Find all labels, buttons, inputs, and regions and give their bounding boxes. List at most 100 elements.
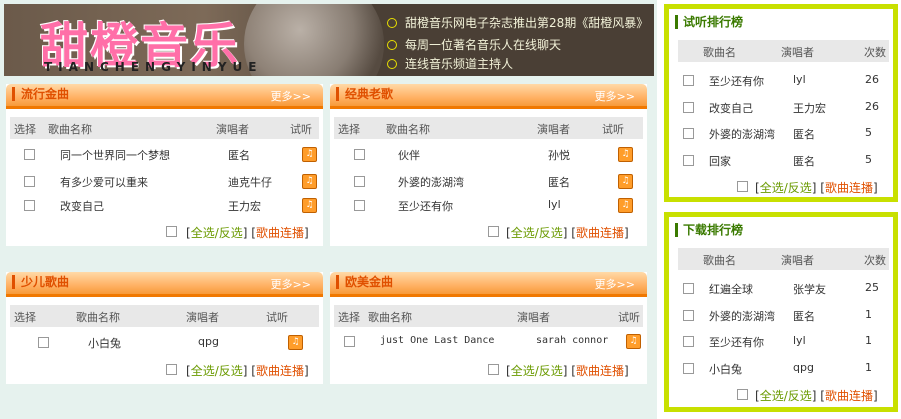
panel-title: 试听排行榜 [675, 15, 743, 29]
headphone-icon[interactable]: ♫ [618, 198, 633, 213]
song-name[interactable]: 外婆的澎湖湾 [398, 174, 464, 190]
col-select-header: 选择 [14, 311, 36, 324]
table-header: 选择 歌曲名称 演唱者 试听 [10, 305, 319, 327]
singer-name: 王力宏 [228, 200, 261, 213]
row-checkbox[interactable] [683, 75, 694, 86]
headphone-icon[interactable]: ♫ [302, 147, 317, 162]
news-text[interactable]: 每周一位著名音乐人在线聊天 [405, 36, 561, 53]
song-name[interactable]: 小白兔 [88, 335, 121, 351]
circle-bullet-icon [387, 39, 397, 50]
more-link[interactable]: 更多>> [595, 88, 635, 104]
select-all-checkbox[interactable] [737, 181, 748, 192]
play-all-link[interactable]: 歌曲连播 [576, 226, 624, 240]
table-actions: [全选/反选] [歌曲连播] [506, 364, 629, 378]
news-item[interactable]: 每周一位著名音乐人在线聊天 [387, 36, 561, 53]
section-header: 欧美金曲 更多>> [330, 272, 647, 294]
row-checkbox[interactable] [344, 336, 355, 347]
song-name[interactable]: 至少还有你 [398, 198, 453, 214]
more-link[interactable]: 更多>> [271, 276, 311, 292]
select-all-link[interactable]: 全选/反选 [191, 226, 243, 240]
song-name[interactable]: 同一个世界同一个梦想 [60, 147, 170, 163]
row-checkbox[interactable] [354, 176, 365, 187]
header-underline [330, 106, 647, 109]
song-name[interactable]: just One Last Dance [380, 335, 494, 346]
col-singer-header: 演唱者 [517, 311, 550, 324]
table-header: 歌曲名 演唱者 次数 [678, 248, 889, 270]
song-name[interactable]: 至少还有你 [709, 73, 764, 89]
header-underline [330, 294, 647, 297]
download-count: 25 [865, 281, 879, 294]
song-name[interactable]: 外婆的澎湖湾 [709, 308, 775, 324]
song-name[interactable]: 改变自己 [60, 198, 104, 214]
play-all-link[interactable]: 歌曲连播 [256, 364, 304, 378]
select-all-checkbox[interactable] [166, 364, 177, 375]
col-singer-header: 演唱者 [781, 46, 814, 59]
section-header: 经典老歌 更多>> [330, 84, 647, 106]
row-checkbox[interactable] [683, 155, 694, 166]
row-checkbox[interactable] [683, 102, 694, 113]
play-all-link[interactable]: 歌曲连播 [825, 389, 873, 403]
play-all-link[interactable]: 歌曲连播 [256, 226, 304, 240]
news-item[interactable]: 连线音乐频道主持人 [387, 55, 513, 72]
row-checkbox[interactable] [38, 337, 49, 348]
select-all-link[interactable]: 全选/反选 [511, 226, 563, 240]
song-name[interactable]: 至少还有你 [709, 334, 764, 350]
header-underline [6, 106, 323, 109]
news-text[interactable]: 连线音乐频道主持人 [405, 55, 513, 72]
song-name[interactable]: 红遍全球 [709, 281, 753, 297]
headphone-icon[interactable]: ♫ [302, 198, 317, 213]
select-all-checkbox[interactable] [166, 226, 177, 237]
headphone-icon[interactable]: ♫ [302, 174, 317, 189]
play-all-link[interactable]: 歌曲连播 [825, 181, 873, 195]
header-underline [6, 294, 323, 297]
song-name[interactable]: 改变自己 [709, 100, 753, 116]
row-checkbox[interactable] [683, 283, 694, 294]
song-name[interactable]: 小白兔 [709, 361, 742, 377]
table-actions: [全选/反选] [歌曲连播] [186, 364, 309, 378]
select-all-checkbox[interactable] [488, 364, 499, 375]
song-name[interactable]: 有多少爱可以重来 [60, 174, 148, 190]
row-checkbox[interactable] [354, 200, 365, 211]
song-name[interactable]: 外婆的澎湖湾 [709, 126, 775, 142]
row-checkbox[interactable] [24, 149, 35, 160]
headphone-icon[interactable]: ♫ [618, 174, 633, 189]
section-classic: 经典老歌 更多>> 选择 歌曲名称 演唱者 试听 伙伴 孙悦 ♫ 外婆的澎湖湾 … [330, 84, 647, 246]
row-checkbox[interactable] [354, 149, 365, 160]
headphone-icon[interactable]: ♫ [288, 335, 303, 350]
table-actions: [全选/反选] [歌曲连播] [755, 181, 878, 195]
select-all-link[interactable]: 全选/反选 [760, 181, 812, 195]
play-count: 5 [865, 126, 872, 139]
col-song-header: 歌曲名称 [76, 311, 120, 324]
row-checkbox[interactable] [683, 363, 694, 374]
row-checkbox[interactable] [683, 128, 694, 139]
singer-name: qpg [198, 335, 219, 348]
news-text[interactable]: 甜橙音乐网电子杂志推出第28期《甜橙风暴》 [405, 14, 648, 31]
col-count-header: 次数 [864, 46, 886, 59]
news-item[interactable]: 甜橙音乐网电子杂志推出第28期《甜橙风暴》 [387, 14, 648, 31]
play-count: 26 [865, 100, 879, 113]
row-checkbox[interactable] [24, 200, 35, 211]
play-all-link[interactable]: 歌曲连播 [576, 364, 624, 378]
select-all-link[interactable]: 全选/反选 [191, 364, 243, 378]
select-all-link[interactable]: 全选/反选 [760, 389, 812, 403]
select-all-checkbox[interactable] [737, 389, 748, 400]
table-actions: [全选/反选] [歌曲连播] [755, 389, 878, 403]
singer-name: lyl [793, 334, 806, 347]
headphone-icon[interactable]: ♫ [626, 334, 641, 349]
row-checkbox[interactable] [24, 176, 35, 187]
select-all-link[interactable]: 全选/反选 [511, 364, 563, 378]
singer-name: 孙悦 [548, 149, 570, 162]
row-checkbox[interactable] [683, 336, 694, 347]
col-song-header: 歌曲名 [703, 46, 736, 59]
select-all-checkbox[interactable] [488, 226, 499, 237]
col-singer-header: 演唱者 [216, 123, 249, 136]
song-name[interactable]: 回家 [709, 153, 731, 169]
singer-name: qpg [793, 361, 814, 374]
panel-title: 下载排行榜 [675, 223, 743, 237]
more-link[interactable]: 更多>> [595, 276, 635, 292]
headphone-icon[interactable]: ♫ [618, 147, 633, 162]
row-checkbox[interactable] [683, 310, 694, 321]
table-actions: [全选/反选] [歌曲连播] [186, 226, 309, 240]
more-link[interactable]: 更多>> [271, 88, 311, 104]
song-name[interactable]: 伙伴 [398, 147, 420, 163]
